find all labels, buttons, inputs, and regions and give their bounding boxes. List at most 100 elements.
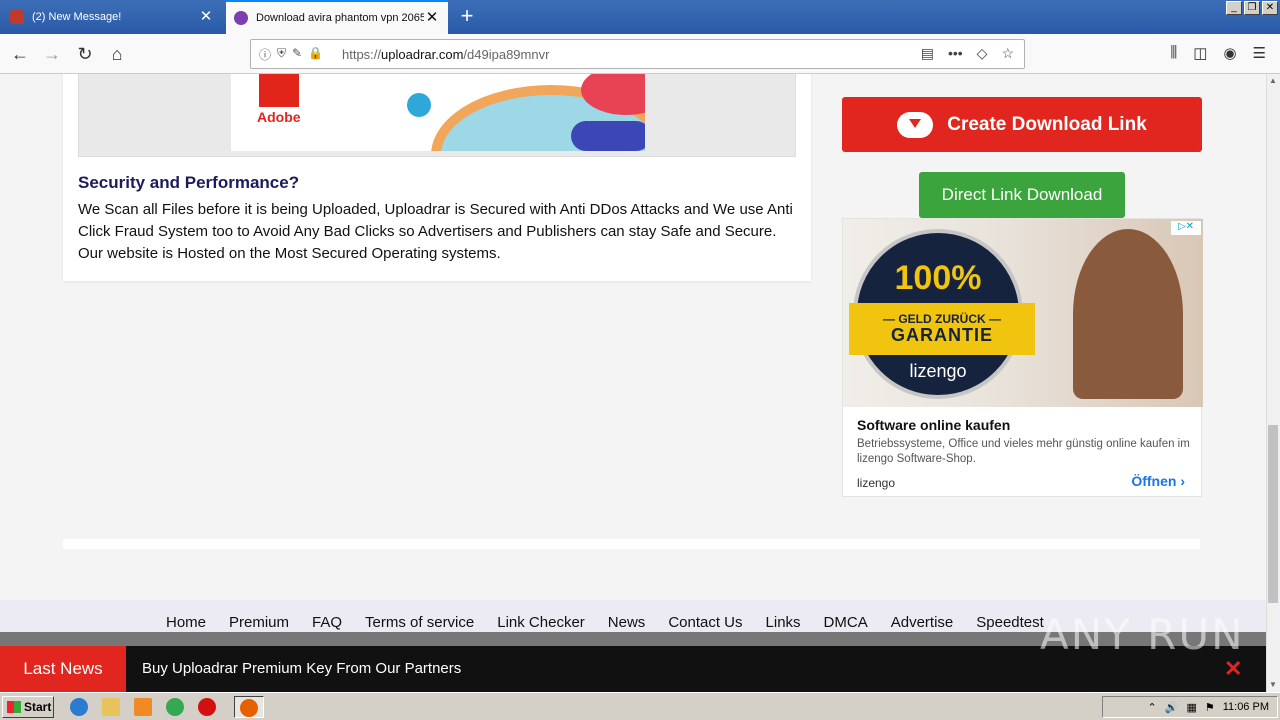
ad-brand: lizengo [857, 476, 896, 490]
direct-link-download-label: Direct Link Download [941, 185, 1103, 204]
footer-link-news[interactable]: News [608, 614, 646, 631]
badge-brand: lizengo [909, 361, 967, 381]
sidebar-icon[interactable]: ◫ [1193, 44, 1207, 62]
badge-percent: 100% [894, 259, 982, 297]
url-domain: uploadrar.com [381, 47, 464, 62]
info-icon[interactable]: ⓘ [259, 46, 271, 63]
shield-icon[interactable]: ⛨ [277, 46, 286, 63]
reader-view-icon[interactable]: ▤ [921, 45, 934, 62]
close-window-button[interactable]: ✕ [1262, 1, 1278, 15]
new-tab-button[interactable]: + [454, 3, 480, 29]
separator [63, 539, 1200, 549]
guarantee-badge: 100% — GELD ZURÜCK — GARANTIE lizengo [849, 229, 1035, 399]
ad-description: Betriebssysteme, Office und vieles mehr … [857, 438, 1190, 465]
footer-link-links[interactable]: Links [766, 614, 801, 631]
tab-bar: (2) New Message! ✕ Download avira phanto… [0, 0, 1280, 34]
opera-icon[interactable] [198, 698, 216, 716]
footer-link-faq[interactable]: FAQ [312, 614, 342, 631]
site-favicon-icon [10, 10, 24, 24]
close-tab-icon[interactable]: ✕ [424, 10, 440, 26]
minimize-button[interactable]: _ [1226, 1, 1242, 15]
cloud-download-icon [897, 111, 934, 138]
media-player-icon[interactable] [134, 698, 152, 716]
vertical-scrollbar[interactable]: ▲ ▼ [1266, 74, 1280, 692]
page-actions-icon[interactable]: ••• [948, 45, 963, 62]
window-controls: _ ❐ ✕ [1226, 1, 1278, 15]
tab-new-message[interactable]: (2) New Message! ✕ [2, 2, 222, 32]
navigation-bar: ← → ↻ ⌂ ⓘ ⛨ ✎ 🔒 https://uploadrar.com/d4… [0, 34, 1280, 74]
url-prefix: https:// [342, 47, 382, 62]
home-button[interactable]: ⌂ [105, 42, 129, 66]
screen: { "browser": { "tabs": [ {"label": "(2) … [0, 0, 1280, 720]
adobe-banner-image[interactable]: Adobe [231, 74, 645, 151]
close-news-icon[interactable]: ✕ [1224, 656, 1242, 682]
url-bar[interactable]: ⓘ ⛨ ✎ 🔒 https://uploadrar.com/d49ipa89mn… [250, 39, 1025, 69]
footer-link-speedtest[interactable]: Speedtest [976, 614, 1044, 631]
tray-arrow-icon[interactable]: ⌃ [1148, 701, 1157, 714]
ad-open-button[interactable]: Öffnen › [1131, 473, 1185, 489]
bookmark-star-icon[interactable]: ☆ [1001, 45, 1014, 62]
banner-container: Adobe [78, 74, 796, 157]
security-text: We Scan all Files before it is being Upl… [78, 201, 793, 262]
explorer-icon[interactable] [102, 698, 120, 716]
volume-icon[interactable]: 🔊 [1165, 701, 1179, 714]
footer-links: Home Premium FAQ Terms of service Link C… [166, 614, 1067, 631]
footer-link-premium[interactable]: Premium [229, 614, 289, 631]
lock-icon[interactable]: 🔒 [308, 46, 323, 63]
news-text[interactable]: Buy Uploadrar Premium Key From Our Partn… [142, 660, 461, 677]
forward-button[interactable]: → [40, 42, 64, 66]
scroll-up-icon[interactable]: ▲ [1268, 76, 1278, 86]
scroll-thumb[interactable] [1268, 425, 1278, 603]
footer-link-contact[interactable]: Contact Us [668, 614, 742, 631]
woman-photo [1073, 229, 1183, 399]
chrome-icon[interactable] [166, 698, 184, 716]
permissions-icon[interactable]: ✎ [292, 46, 302, 63]
maximize-button[interactable]: ❐ [1244, 1, 1260, 15]
toolbar-right: ⫼ ◫ ◉ ☰ [1170, 44, 1266, 62]
scroll-down-icon[interactable]: ▼ [1268, 680, 1278, 690]
menu-icon[interactable]: ☰ [1253, 44, 1266, 62]
ad-image[interactable]: 100% — GELD ZURÜCK — GARANTIE lizengo ▷✕ [843, 219, 1203, 407]
clock[interactable]: 11:06 PM [1223, 701, 1269, 713]
ad-title[interactable]: Software online kaufen [857, 417, 1010, 433]
create-download-link-button[interactable]: Create Download Link [842, 97, 1202, 152]
tab-download-avira[interactable]: Download avira phantom vpn 2065 ✕ [226, 0, 448, 34]
start-button[interactable]: Start [2, 696, 54, 718]
tab-label: Download avira phantom vpn 2065 [256, 12, 424, 24]
flag-icon[interactable]: ⚑ [1205, 701, 1215, 714]
footer-link-terms[interactable]: Terms of service [365, 614, 474, 631]
network-icon[interactable]: ▦ [1186, 701, 1196, 714]
lizengo-ad[interactable]: 100% — GELD ZURÜCK — GARANTIE lizengo ▷✕… [842, 218, 1203, 497]
create-download-link-label: Create Download Link [947, 113, 1147, 135]
firefox-taskbar-button[interactable] [234, 696, 264, 718]
badge-line2: GARANTIE [891, 325, 993, 345]
start-label: Start [24, 700, 52, 714]
taskbar: Start ⌃ 🔊 ▦ ⚑ 11:06 PM [0, 692, 1280, 720]
ie-icon[interactable] [70, 698, 88, 716]
account-icon[interactable]: ◉ [1223, 44, 1236, 62]
ad-open-label: Öffnen [1131, 473, 1177, 489]
adobe-logo-icon [259, 74, 299, 107]
last-news-label: Last News [0, 646, 126, 692]
quick-launch [70, 698, 216, 716]
tab-label: (2) New Message! [32, 11, 122, 23]
close-tab-icon[interactable]: ✕ [198, 9, 214, 25]
direct-link-download-button[interactable]: Direct Link Download [919, 172, 1125, 218]
reload-button[interactable]: ↻ [73, 42, 97, 66]
footer-link-dmca[interactable]: DMCA [824, 614, 868, 631]
firefox-icon [240, 699, 258, 717]
back-button[interactable]: ← [8, 42, 32, 66]
decorative-shape [571, 121, 645, 151]
footer-link-advertise[interactable]: Advertise [891, 614, 954, 631]
windows-logo-icon [7, 701, 21, 713]
pocket-icon[interactable]: ◇ [977, 45, 988, 62]
adchoices-icon[interactable]: ▷✕ [1171, 221, 1201, 235]
site-favicon-icon [234, 11, 248, 25]
footer-link-link-checker[interactable]: Link Checker [497, 614, 585, 631]
security-title: Security and Performance? [78, 173, 300, 192]
library-icon[interactable]: ⫼ [1170, 44, 1177, 62]
footer-link-home[interactable]: Home [166, 614, 206, 631]
badge-ribbon: — GELD ZURÜCK — GARANTIE [849, 303, 1035, 355]
web-page: Adobe Security and Performance? We Scan … [0, 74, 1266, 646]
url-text[interactable]: https://uploadrar.com/d49ipa89mnvr [342, 47, 549, 62]
